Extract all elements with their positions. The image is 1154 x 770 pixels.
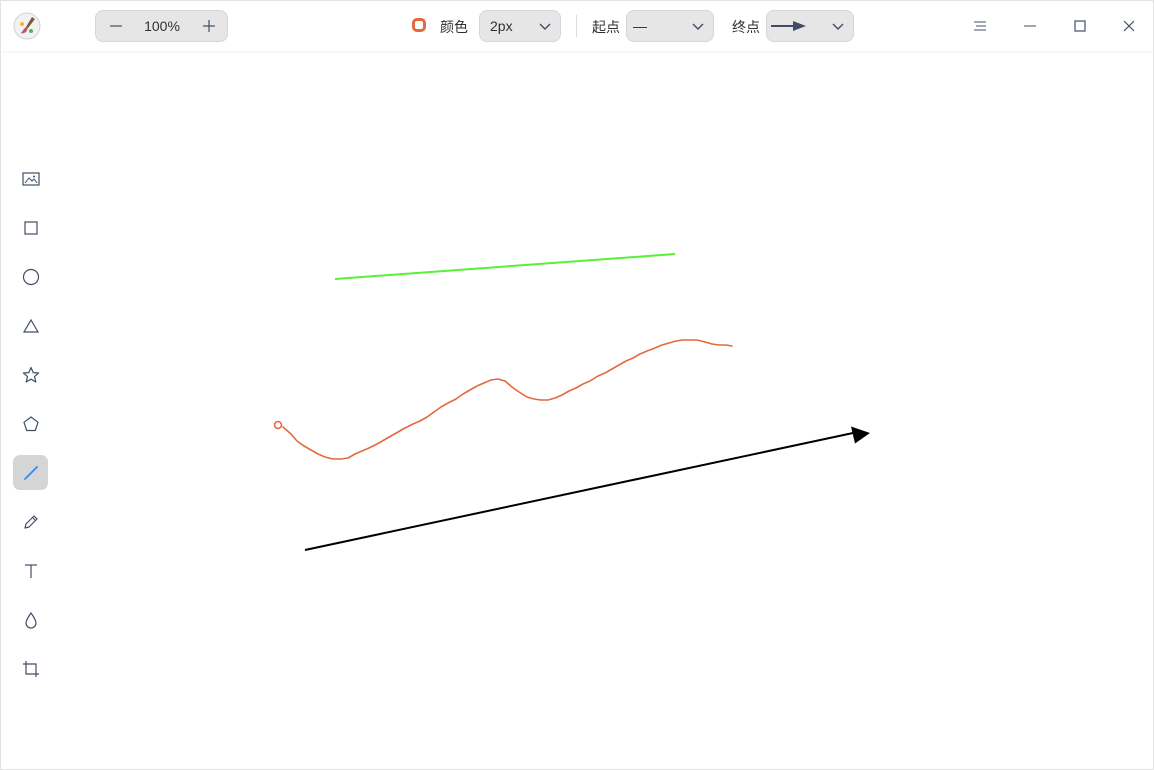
tool-text[interactable]	[13, 553, 48, 588]
crop-icon	[22, 660, 39, 677]
tool-rectangle[interactable]	[13, 210, 48, 245]
color-swatch-button[interactable]	[412, 18, 426, 32]
minimize-button[interactable]	[1017, 13, 1043, 39]
maximize-button[interactable]	[1067, 13, 1093, 39]
end-point-label: 终点	[732, 19, 760, 35]
toolbar-divider	[576, 15, 577, 37]
pencil-icon	[23, 514, 38, 529]
tool-pencil[interactable]	[13, 504, 48, 539]
zoom-out-button[interactable]	[98, 11, 134, 41]
tool-line[interactable]	[13, 455, 48, 490]
close-icon	[1123, 20, 1135, 32]
tool-crop[interactable]	[13, 651, 48, 686]
chevron-down-icon	[692, 23, 704, 30]
zoom-in-button[interactable]	[191, 11, 227, 41]
app-logo-icon	[13, 12, 41, 40]
minus-icon	[110, 25, 122, 27]
chevron-down-icon	[539, 23, 551, 30]
line-width-value: 2px	[490, 18, 513, 34]
drawing-canvas[interactable]	[61, 52, 1153, 769]
plus-icon	[203, 20, 215, 32]
circle-icon	[22, 268, 39, 285]
start-point-dropdown[interactable]: —	[626, 10, 714, 42]
black-arrow-line[interactable]	[304, 432, 854, 551]
rectangle-icon	[23, 220, 38, 235]
end-point-dropdown[interactable]	[766, 10, 854, 42]
tool-star[interactable]	[13, 357, 48, 392]
arrow-head	[851, 426, 870, 444]
arrow-end-icon	[771, 21, 806, 31]
pentagon-icon	[22, 415, 39, 431]
maximize-icon	[1074, 20, 1086, 32]
drop-icon	[24, 611, 37, 629]
zoom-control: 100%	[95, 10, 228, 42]
line-width-dropdown[interactable]: 2px	[479, 10, 561, 42]
tool-image[interactable]	[13, 161, 48, 196]
close-button[interactable]	[1116, 13, 1142, 39]
start-point-value: —	[633, 18, 647, 34]
chevron-down-icon	[832, 23, 844, 30]
start-point-label: 起点	[592, 19, 620, 35]
star-icon	[22, 366, 39, 383]
green-line-shape[interactable]	[334, 253, 676, 280]
triangle-icon	[22, 318, 39, 333]
tool-polygon[interactable]	[13, 406, 48, 441]
image-icon	[21, 171, 40, 186]
color-label: 颜色	[440, 19, 468, 35]
menu-button[interactable]	[967, 13, 993, 39]
app-window: 100% 颜色 2px 起点 — 终点	[0, 0, 1154, 770]
stroke-start-handle[interactable]	[273, 420, 283, 430]
zoom-level: 100%	[144, 18, 180, 34]
tool-triangle[interactable]	[13, 308, 48, 343]
text-icon	[24, 563, 37, 578]
tool-blur[interactable]	[13, 602, 48, 637]
menu-icon	[974, 21, 986, 31]
freehand-stroke[interactable]	[282, 339, 733, 460]
line-icon	[23, 465, 38, 480]
minimize-icon	[1024, 25, 1036, 27]
titlebar: 100% 颜色 2px 起点 — 终点	[1, 1, 1153, 51]
tool-ellipse[interactable]	[13, 259, 48, 294]
